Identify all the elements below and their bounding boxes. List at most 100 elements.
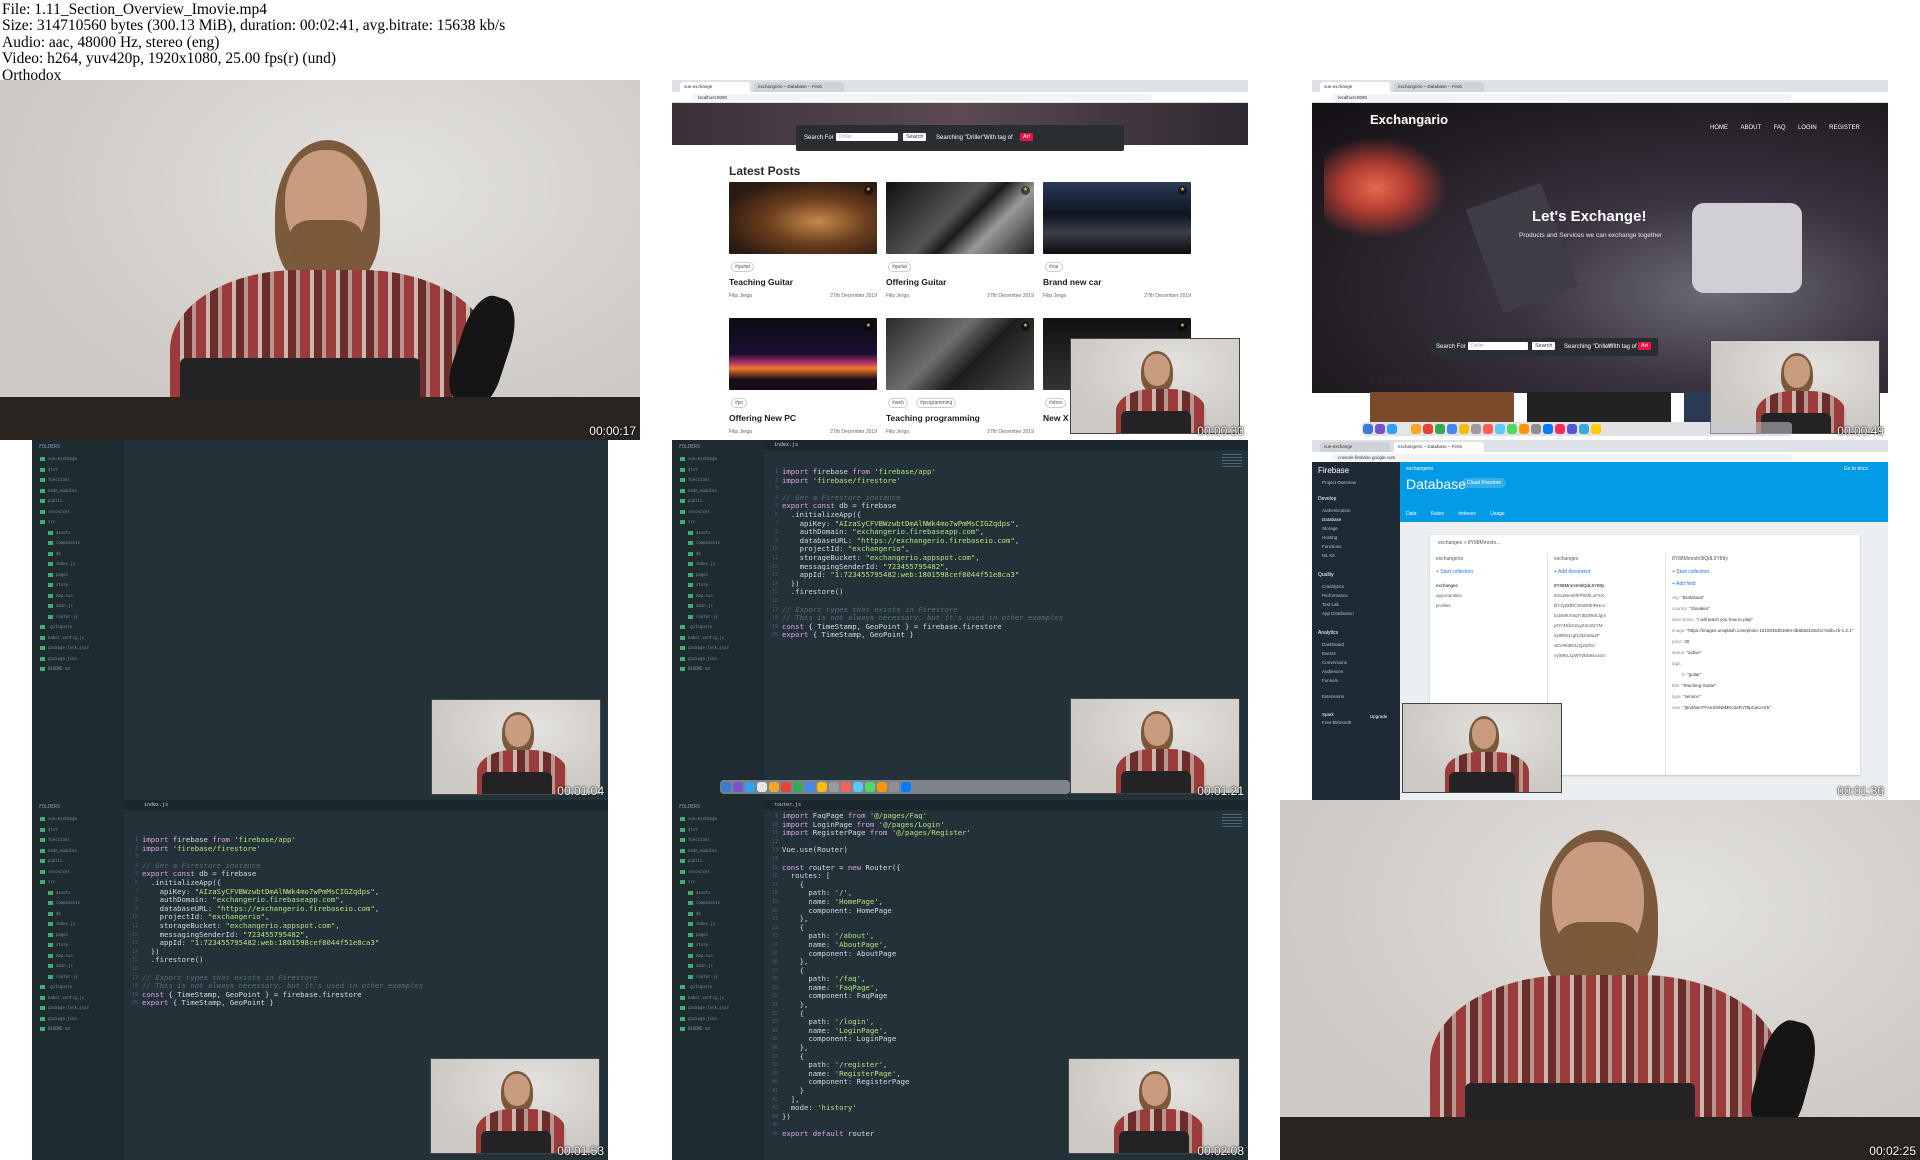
nav-conversions[interactable]: Conversions: [1322, 660, 1347, 665]
file-tree-item[interactable]: babel.config.js: [680, 995, 729, 1006]
file-tree-item[interactable]: assets: [680, 890, 729, 901]
file-tree-item[interactable]: babel.config.js: [40, 635, 89, 646]
file-tree-item[interactable]: babel.config.js: [40, 995, 89, 1006]
start-collection-button[interactable]: + Start collection: [1672, 569, 1709, 575]
file-tree-item[interactable]: .gitignore: [40, 624, 89, 635]
firebase-logo[interactable]: Firebase: [1318, 466, 1349, 475]
star-icon[interactable]: ★: [864, 322, 873, 331]
file-tree-item[interactable]: src: [40, 519, 89, 530]
nav-crashlytics[interactable]: Crashlytics: [1322, 584, 1344, 589]
search-button[interactable]: Search: [903, 133, 927, 141]
thumbnail-5[interactable]: FOLDERS vue-exchange dist functions node_mo…: [672, 440, 1248, 800]
nav-database[interactable]: Database: [1322, 517, 1341, 522]
file-tree-item[interactable]: main.js: [40, 963, 89, 974]
post-title[interactable]: Teaching Guitar: [729, 277, 793, 287]
nav-authentication[interactable]: Authentication: [1322, 508, 1351, 513]
file-tree-item[interactable]: vue-exchange: [40, 456, 89, 467]
file-tree-item[interactable]: node_modules: [40, 488, 89, 499]
file-tree-item[interactable]: README.md: [40, 666, 89, 677]
search-input[interactable]: Driller: [836, 133, 898, 141]
thumbnail-7[interactable]: FOLDERS vue-exchange dist functions node_mo…: [32, 800, 608, 1160]
file-tree-item[interactable]: README.md: [40, 1026, 89, 1037]
file-tree-item[interactable]: README.md: [680, 1026, 729, 1037]
file-tree-item[interactable]: resources: [680, 869, 729, 880]
post-card[interactable]: ★ #car Brand new car Filip Jerga 27th De…: [1043, 182, 1191, 302]
file-tree-item[interactable]: src: [40, 879, 89, 890]
nav-functions[interactable]: Functions: [1322, 544, 1342, 549]
thumbnail-6[interactable]: vue-exchange exchangerio – Database – Fi…: [1312, 440, 1888, 800]
file-tree-item[interactable]: components: [40, 540, 89, 551]
post-tag[interactable]: #car: [1045, 262, 1063, 272]
document-item[interactable]: sDV8M5D1rZj2t2fGc: [1554, 643, 1596, 648]
address-bar[interactable]: localhost:8080: [692, 94, 1152, 101]
file-tree-item[interactable]: node_modules: [680, 848, 729, 859]
file-tree-item[interactable]: index.js: [680, 561, 729, 572]
file-tree-item[interactable]: src: [680, 519, 729, 530]
file-tree-item[interactable]: App.vue: [40, 593, 89, 604]
file-tree-item[interactable]: db: [680, 911, 729, 922]
code-area[interactable]: import firebase from 'firebase/app' impo…: [142, 835, 423, 1008]
document-field[interactable]: user: "j6n4NeuTFAeXi5N8MKc3aFnT8pCwcHV5": [1672, 705, 1771, 710]
post-card[interactable]: ★ #guitar Teaching Guitar Filip Jerga 27…: [729, 182, 877, 302]
nav-storage[interactable]: Storage: [1322, 526, 1338, 531]
file-tree-item[interactable]: assets: [40, 530, 89, 541]
file-tree-item[interactable]: package-lock.json: [680, 645, 729, 656]
file-tree-item[interactable]: router.js: [40, 614, 89, 625]
file-tree-item[interactable]: pages: [40, 932, 89, 943]
search-input[interactable]: Driller: [1468, 342, 1528, 350]
star-icon[interactable]: ★: [1021, 186, 1030, 195]
post-tag[interactable]: #web: [888, 398, 908, 408]
browser-tab-1[interactable]: vue-exchange: [1320, 82, 1390, 92]
file-tree-item[interactable]: pages: [680, 932, 729, 943]
file-tree-item[interactable]: App.vue: [40, 953, 89, 964]
file-tree-item[interactable]: package-lock.json: [40, 1005, 89, 1016]
nav-mlkit[interactable]: ML Kit: [1322, 553, 1335, 558]
file-tree-item[interactable]: dist: [680, 827, 729, 838]
file-tree-item[interactable]: package.json: [680, 1016, 729, 1027]
file-tree-item[interactable]: store: [680, 942, 729, 953]
project-name[interactable]: exchangerio: [1406, 466, 1433, 472]
nav-hosting[interactable]: Hosting: [1322, 535, 1337, 540]
file-tree-item[interactable]: store: [40, 582, 89, 593]
post-tag[interactable]: #guitar: [888, 262, 912, 272]
thumbnail-2[interactable]: vue-exchange exchangerio – Database – Fi…: [672, 80, 1248, 440]
nav-app-distribution[interactable]: App Distribution: [1322, 611, 1354, 616]
file-tree-item[interactable]: pages: [40, 572, 89, 583]
editor-tab[interactable]: index.js: [144, 802, 168, 808]
project-overview[interactable]: Project Overview: [1322, 480, 1356, 485]
browser-tab-1[interactable]: vue-exchange: [680, 82, 750, 92]
file-tree-item[interactable]: public: [40, 858, 89, 869]
document-item[interactable]: 8Oo2Ne40hPf9XfiLuFXX: [1554, 593, 1604, 598]
file-tree-item[interactable]: index.js: [40, 921, 89, 932]
breadcrumb[interactable]: exchanges > 8Y88Mmrstn...: [1438, 540, 1500, 546]
file-tree-item[interactable]: main.js: [40, 603, 89, 614]
nav-register[interactable]: REGISTER: [1829, 125, 1860, 131]
nav-login[interactable]: LOGIN: [1798, 125, 1817, 131]
document-field[interactable]: city: "Bratislava": [1672, 595, 1704, 600]
document-item[interactable]: sy8tRb4cgf1Zt2uMuZF: [1554, 633, 1600, 638]
file-tree-item[interactable]: assets: [680, 530, 729, 541]
document-field[interactable]: country: "Slovakia": [1672, 606, 1709, 611]
nav-events[interactable]: Events: [1322, 651, 1336, 656]
file-tree-item[interactable]: App.vue: [680, 953, 729, 964]
tab-indexes[interactable]: Indexes: [1458, 511, 1476, 517]
code-area[interactable]: import firebase from 'firebase/app' impo…: [782, 467, 1063, 640]
nav-dashboard[interactable]: Dashboard: [1322, 642, 1344, 647]
file-tree-item[interactable]: resources: [40, 869, 89, 880]
star-icon[interactable]: ★: [1178, 322, 1187, 331]
upgrade-button[interactable]: Upgrade: [1370, 714, 1387, 719]
file-tree-item[interactable]: dist: [680, 467, 729, 478]
editor-tab[interactable]: index.js: [774, 442, 798, 448]
file-tree-item[interactable]: resources: [40, 509, 89, 520]
address-bar[interactable]: localhost:8080: [1332, 94, 1792, 101]
document-field[interactable]: 0: "guitar": [1682, 672, 1701, 677]
file-tree-item[interactable]: store: [680, 582, 729, 593]
file-tree-item[interactable]: .gitignore: [680, 624, 729, 635]
file-tree-item[interactable]: public: [680, 498, 729, 509]
file-tree-item[interactable]: public: [680, 858, 729, 869]
address-bar[interactable]: console.firebase.google.com: [1332, 454, 1792, 461]
nav-testlab[interactable]: Test Lab: [1322, 602, 1339, 607]
document-item[interactable]: BY1yZkfDC9X8R9hRHcx: [1554, 603, 1605, 608]
post-card[interactable]: ★ #web #programming Teaching programming…: [886, 318, 1034, 438]
thumbnail-9[interactable]: 00:02:25: [1280, 800, 1920, 1160]
